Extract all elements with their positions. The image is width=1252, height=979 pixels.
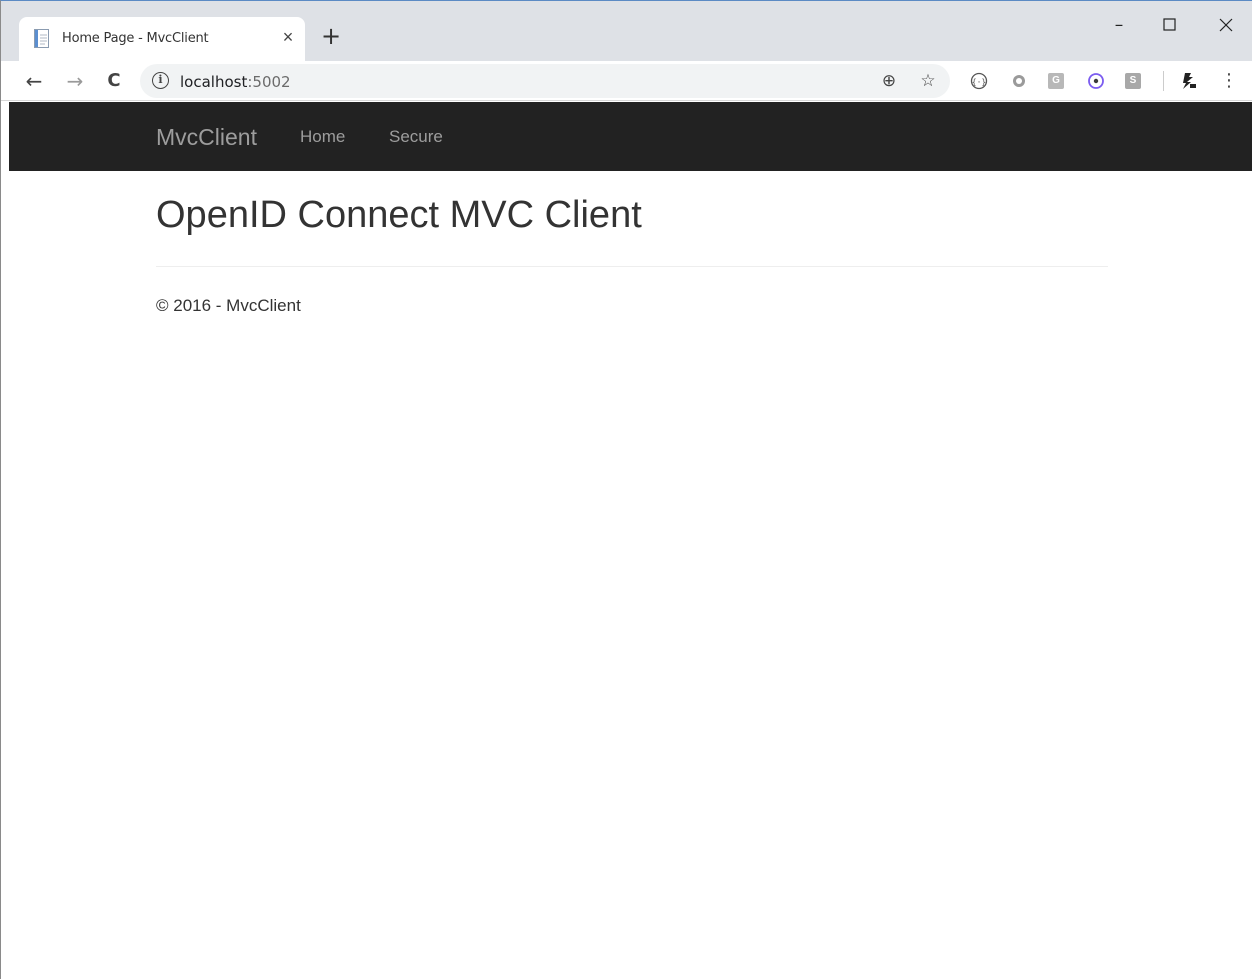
minimize-button[interactable]: – xyxy=(1107,13,1131,37)
tab-strip: Home Page - MvcClient × + – xyxy=(1,1,1252,61)
back-button[interactable]: ← xyxy=(20,67,48,95)
close-tab-icon[interactable]: × xyxy=(279,28,297,46)
forward-button[interactable]: → xyxy=(61,67,89,95)
profile-avatar-icon[interactable] xyxy=(1179,71,1199,91)
close-window-button[interactable] xyxy=(1214,13,1238,37)
url-text[interactable]: localhost:5002 xyxy=(180,73,291,91)
info-icon[interactable]: i xyxy=(152,72,169,89)
browser-toolbar: ← → C i localhost:5002 ⊕ ☆ {·} G S ⋮ xyxy=(1,61,1252,101)
footer-copyright: © 2016 - MvcClient xyxy=(156,296,301,315)
svg-text:{·}: {·} xyxy=(972,78,986,87)
zoom-icon[interactable]: ⊕ xyxy=(878,70,900,92)
code-extension-icon[interactable]: {·} xyxy=(969,71,989,91)
new-tab-button[interactable]: + xyxy=(319,24,343,49)
tab-title: Home Page - MvcClient xyxy=(62,31,209,46)
url-host: localhost xyxy=(180,73,248,91)
reload-button[interactable]: C xyxy=(100,67,128,95)
s-extension-icon[interactable]: S xyxy=(1125,73,1141,89)
toolbar-divider xyxy=(1163,71,1164,91)
page-title: OpenID Connect MVC Client xyxy=(156,194,642,236)
browser-window: Home Page - MvcClient × + – ← → C i loca… xyxy=(0,0,1252,979)
g-extension-icon[interactable]: G xyxy=(1048,73,1064,89)
nav-link-home[interactable]: Home xyxy=(300,127,345,147)
tab-home-page[interactable]: Home Page - MvcClient × xyxy=(19,17,305,61)
address-bar[interactable]: i localhost:5002 ⊕ ☆ xyxy=(140,64,950,98)
circle-extension-icon[interactable] xyxy=(1009,71,1029,91)
site-navbar: MvcClient Home Secure xyxy=(9,102,1252,171)
content-divider xyxy=(156,266,1108,267)
browser-menu-icon[interactable]: ⋮ xyxy=(1215,67,1243,95)
url-port: :5002 xyxy=(247,73,291,91)
bookmark-star-icon[interactable]: ☆ xyxy=(917,70,939,92)
page-icon xyxy=(34,29,50,48)
target-extension-icon[interactable] xyxy=(1086,71,1106,91)
maximize-button[interactable] xyxy=(1158,13,1182,37)
site-brand-link[interactable]: MvcClient xyxy=(156,124,257,151)
nav-link-secure[interactable]: Secure xyxy=(389,127,443,147)
